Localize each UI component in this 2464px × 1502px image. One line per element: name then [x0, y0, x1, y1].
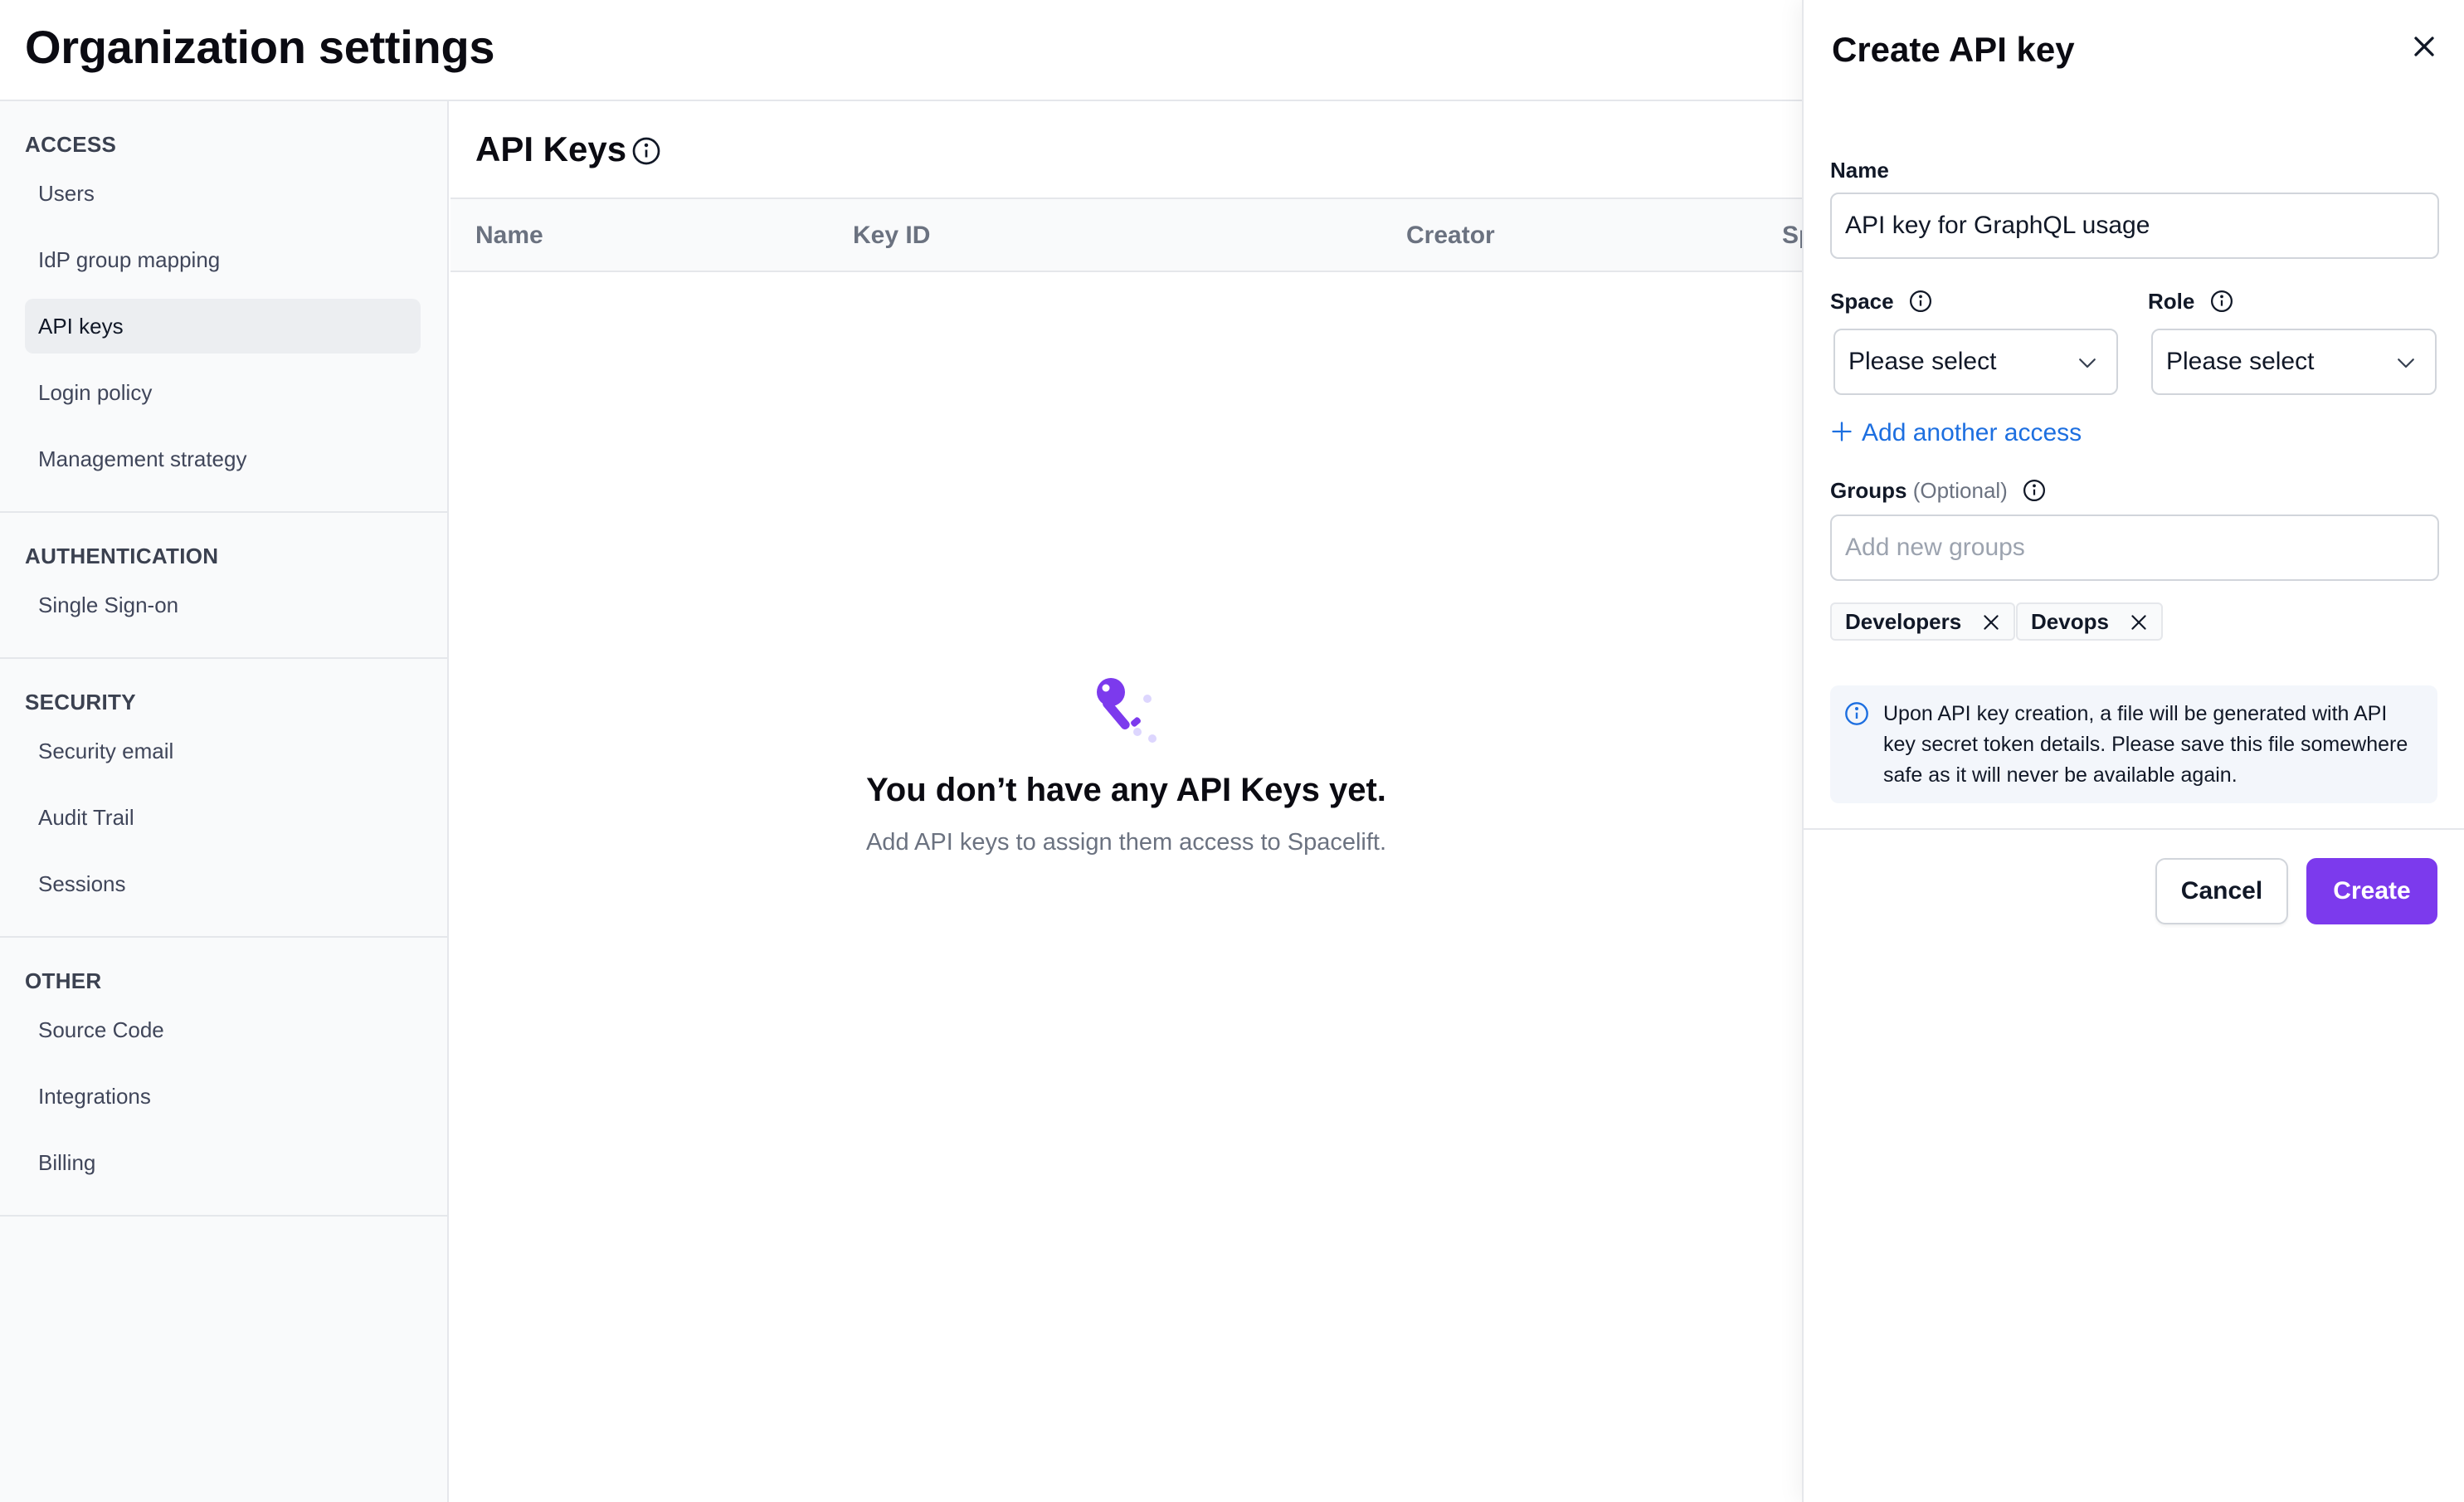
sidebar-item-sessions[interactable]: Sessions: [25, 856, 421, 911]
sidebar-item-security-email[interactable]: Security email: [25, 724, 421, 778]
add-another-access-label: Add another access: [1862, 419, 2082, 446]
column-header-key-id[interactable]: Key ID: [853, 199, 930, 272]
space-label-text: Space: [1830, 289, 1894, 314]
sidebar: ACCESS Users IdP group mapping API keys …: [0, 101, 449, 1502]
empty-state-subtitle: Add API keys to assign them access to Sp…: [865, 829, 1387, 856]
space-select-value: Please select: [1848, 348, 1997, 375]
key-icon: [1096, 678, 1157, 743]
group-chip-label: Developers: [1845, 609, 1962, 634]
role-label: Role: [2148, 289, 2234, 315]
group-chip: Developers: [1830, 602, 2016, 641]
sidebar-item-login-policy[interactable]: Login policy: [25, 365, 421, 420]
info-icon[interactable]: [2209, 289, 2234, 314]
space-select[interactable]: Please select: [1833, 329, 2118, 395]
drawer-footer-divider: [1802, 828, 2464, 830]
close-icon[interactable]: [2408, 30, 2441, 63]
page-title: Organization settings: [25, 21, 495, 73]
groups-label: Groups (Optional): [1830, 478, 2047, 504]
plus-icon: [1832, 422, 1852, 441]
main-content: API Keys Name Key ID Creator Sp You don’…: [450, 101, 1814, 1502]
groups-input[interactable]: [1830, 514, 2439, 581]
info-icon[interactable]: [2022, 478, 2047, 503]
column-header-name[interactable]: Name: [475, 199, 543, 272]
group-chip-label: Devops: [2031, 609, 2109, 634]
group-chip: Devops: [2016, 602, 2164, 641]
add-another-access-button[interactable]: Add another access: [1830, 417, 2082, 450]
sidebar-section-title: AUTHENTICATION: [25, 544, 219, 568]
page-header: Organization settings: [0, 0, 1802, 101]
groups-label-text: Groups: [1830, 478, 1907, 503]
info-notice: Upon API key creation, a file will be ge…: [1830, 685, 2437, 803]
sidebar-section-title: SECURITY: [25, 690, 136, 714]
sidebar-item-users[interactable]: Users: [25, 166, 421, 221]
sidebar-item-idp-group-mapping[interactable]: IdP group mapping: [25, 232, 421, 287]
drawer-title: Create API key: [1832, 30, 2075, 69]
sidebar-section-other: OTHER Source Code Integrations Billing: [0, 938, 447, 1217]
role-label-text: Role: [2148, 289, 2195, 314]
role-select-value: Please select: [2166, 348, 2315, 375]
sidebar-section-security: SECURITY Security email Audit Trail Sess…: [0, 659, 447, 938]
sidebar-item-source-code[interactable]: Source Code: [25, 1002, 421, 1057]
sidebar-section-authentication: AUTHENTICATION Single Sign-on: [0, 513, 447, 659]
table-header: Name Key ID Creator Sp: [450, 199, 1814, 272]
chevron-down-icon: [2079, 358, 2096, 368]
remove-icon[interactable]: [1980, 612, 2002, 633]
remove-icon[interactable]: [2128, 612, 2150, 633]
empty-state-title: You don’t have any API Keys yet.: [866, 772, 1386, 808]
sidebar-item-integrations[interactable]: Integrations: [25, 1069, 421, 1124]
info-icon: [1845, 702, 1868, 725]
sidebar-section-access: ACCESS Users IdP group mapping API keys …: [0, 101, 447, 513]
chevron-down-icon: [2398, 358, 2414, 368]
space-label: Space: [1830, 289, 1933, 315]
column-header-creator[interactable]: Creator: [1406, 199, 1495, 272]
sidebar-item-api-keys[interactable]: API keys: [25, 299, 421, 354]
sidebar-item-single-sign-on[interactable]: Single Sign-on: [25, 578, 421, 632]
name-input[interactable]: [1830, 193, 2439, 259]
groups-optional-text: (Optional): [1912, 478, 2008, 503]
main-header: API Keys: [450, 101, 1802, 199]
role-select[interactable]: Please select: [2151, 329, 2437, 395]
sidebar-item-audit-trail[interactable]: Audit Trail: [25, 790, 421, 845]
sidebar-section-title: OTHER: [25, 968, 102, 993]
name-label: Name: [1830, 158, 1889, 183]
create-button[interactable]: Create: [2306, 858, 2437, 924]
sidebar-item-billing[interactable]: Billing: [25, 1135, 421, 1190]
info-icon[interactable]: [1908, 289, 1933, 314]
sidebar-item-management-strategy[interactable]: Management strategy: [25, 432, 421, 486]
main-title: API Keys: [475, 129, 627, 168]
sidebar-section-title: ACCESS: [25, 132, 117, 157]
cancel-button[interactable]: Cancel: [2155, 858, 2288, 924]
info-icon[interactable]: [631, 136, 661, 166]
info-notice-text: Upon API key creation, a file will be ge…: [1883, 702, 2408, 787]
empty-state: You don’t have any API Keys yet. Add API…: [450, 678, 1802, 856]
